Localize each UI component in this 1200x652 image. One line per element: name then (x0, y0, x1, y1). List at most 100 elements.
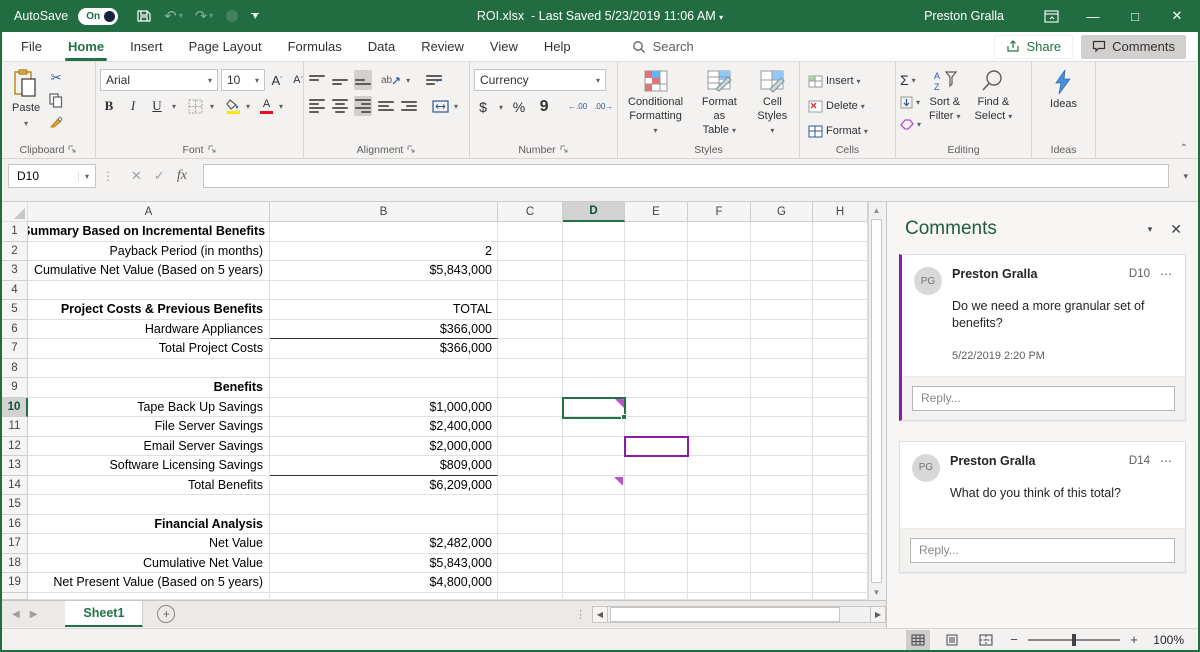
cell-a18[interactable]: Cumulative Net Value (28, 554, 270, 574)
row-header-17[interactable]: 17 (2, 534, 28, 554)
cell-a1[interactable]: Summary Based on Incremental Benefits (28, 222, 270, 242)
paste-button[interactable]: Paste ▾ (6, 66, 46, 132)
cell-c3[interactable] (498, 261, 563, 281)
tab-page-layout[interactable]: Page Layout (176, 32, 275, 62)
cell-b6[interactable]: $366,000 (270, 320, 498, 340)
cell-a17[interactable]: Net Value (28, 534, 270, 554)
cell-c18[interactable] (498, 554, 563, 574)
cell-f5[interactable] (688, 300, 751, 320)
cell-c11[interactable] (498, 417, 563, 437)
decrease-indent-icon[interactable] (377, 96, 395, 116)
zoom-level[interactable]: 100% (1150, 633, 1184, 647)
cell-f18[interactable] (688, 554, 751, 574)
row-header-13[interactable]: 13 (2, 456, 28, 476)
scroll-up-icon[interactable]: ▲ (869, 202, 884, 218)
cell-a19[interactable]: Net Present Value (Based on 5 years) (28, 573, 270, 593)
cell-a4[interactable] (28, 281, 270, 301)
cell-b18[interactable]: $5,843,000 (270, 554, 498, 574)
cell-d5[interactable] (563, 300, 625, 320)
formula-input[interactable] (203, 164, 1170, 188)
cell-g4[interactable] (751, 281, 813, 301)
cell-e13[interactable] (625, 456, 688, 476)
cell-d16[interactable] (563, 515, 625, 535)
cell-f11[interactable] (688, 417, 751, 437)
cancel-entry-icon[interactable]: ✕ (131, 168, 142, 184)
cell-e15[interactable] (625, 495, 688, 515)
cell-c12[interactable] (498, 437, 563, 457)
cell-a11[interactable]: File Server Savings (28, 417, 270, 437)
search-box[interactable]: Search (632, 39, 694, 54)
cell-g18[interactable] (751, 554, 813, 574)
row-header-7[interactable]: 7 (2, 339, 28, 359)
cell-h17[interactable] (813, 534, 868, 554)
cell-c8[interactable] (498, 359, 563, 379)
horizontal-scroll-thumb[interactable] (610, 607, 840, 622)
cell-e1[interactable] (625, 222, 688, 242)
decrease-decimal-icon[interactable]: .00→ (594, 103, 613, 112)
page-break-preview-icon[interactable] (974, 630, 998, 650)
zoom-out-icon[interactable]: − (1008, 632, 1020, 647)
cell-c9[interactable] (498, 378, 563, 398)
tab-view[interactable]: View (477, 32, 531, 62)
col-header-e[interactable]: E (625, 202, 688, 222)
cell-c14[interactable] (498, 476, 563, 496)
cell-g19[interactable] (751, 573, 813, 593)
cell-g8[interactable] (751, 359, 813, 379)
comment-more-icon[interactable]: ⋯ (1160, 267, 1173, 281)
bold-button[interactable]: B (100, 96, 118, 116)
zoom-slider-thumb[interactable] (1072, 634, 1076, 646)
cell-g9[interactable] (751, 378, 813, 398)
tab-formulas[interactable]: Formulas (275, 32, 355, 62)
scroll-down-icon[interactable]: ▼ (869, 584, 884, 600)
cell-d20[interactable] (563, 593, 625, 601)
accounting-format-icon[interactable]: $ (474, 97, 492, 117)
cell-h6[interactable] (813, 320, 868, 340)
cell-f13[interactable] (688, 456, 751, 476)
comment-cell-ref[interactable]: D14 (1129, 454, 1150, 467)
next-sheet-icon[interactable]: ▶ (30, 609, 48, 620)
undo-button[interactable]: ↶▾ (164, 9, 183, 24)
tab-splitter[interactable]: ⋮ (575, 608, 586, 621)
cell-a10[interactable]: Tape Back Up Savings (28, 398, 270, 418)
copy-icon[interactable] (48, 92, 64, 108)
cell-c5[interactable] (498, 300, 563, 320)
cell-e12[interactable] (625, 437, 688, 457)
clear-button[interactable]: ▾ (900, 114, 921, 134)
cell-e19[interactable] (625, 573, 688, 593)
page-layout-view-icon[interactable] (940, 630, 964, 650)
increase-font-icon[interactable]: Aˆ (268, 70, 286, 90)
row-header-9[interactable]: 9 (2, 378, 28, 398)
col-header-d[interactable]: D (563, 202, 625, 222)
cell-c2[interactable] (498, 242, 563, 262)
percent-style-icon[interactable]: % (510, 97, 528, 117)
tab-data[interactable]: Data (355, 32, 408, 62)
cell-d19[interactable] (563, 573, 625, 593)
cell-d10[interactable] (563, 398, 625, 418)
clipboard-dialog-launcher-icon[interactable] (68, 145, 77, 154)
new-sheet-button[interactable]: + (157, 605, 175, 623)
fill-color-icon[interactable] (226, 99, 240, 114)
cell-d6[interactable] (563, 320, 625, 340)
minimize-button[interactable]: — (1072, 0, 1114, 32)
cell-f17[interactable] (688, 534, 751, 554)
cell-c15[interactable] (498, 495, 563, 515)
cell-e10[interactable] (625, 398, 688, 418)
cell-d11[interactable] (563, 417, 625, 437)
comments-pane-close-icon[interactable]: ✕ (1170, 221, 1182, 238)
cell-d9[interactable] (563, 378, 625, 398)
insert-cells-button[interactable]: Insert▾ (808, 70, 861, 92)
cell-h9[interactable] (813, 378, 868, 398)
cell-h12[interactable] (813, 437, 868, 457)
cell-e6[interactable] (625, 320, 688, 340)
row-header-6[interactable]: 6 (2, 320, 28, 340)
maximize-button[interactable]: □ (1114, 0, 1156, 32)
row-header-11[interactable]: 11 (2, 417, 28, 437)
cell-a2[interactable]: Payback Period (in months) (28, 242, 270, 262)
align-left-icon[interactable] (308, 96, 326, 116)
tab-insert[interactable]: Insert (117, 32, 176, 62)
find-select-button[interactable]: Find &Select ▾ (969, 68, 1019, 127)
cell-f1[interactable] (688, 222, 751, 242)
name-box[interactable]: D10 ▾ (8, 164, 96, 188)
font-size-select[interactable]: 10▾ (221, 69, 265, 91)
row-header-12[interactable]: 12 (2, 437, 28, 457)
